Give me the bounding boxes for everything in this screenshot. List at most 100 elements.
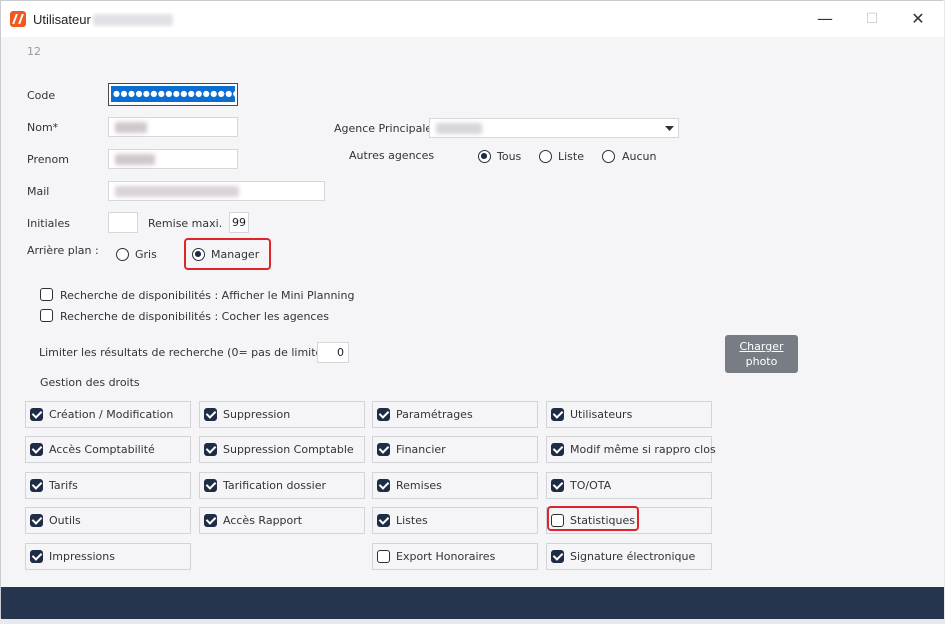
right-label: Tarifs [49, 479, 78, 492]
right-item: Suppression [199, 401, 365, 428]
limiter-field[interactable]: 0 [317, 342, 349, 363]
radio-aucun[interactable] [602, 150, 615, 163]
right-checkbox[interactable] [377, 514, 390, 527]
right-item: Suppression Comptable [199, 436, 365, 463]
remise-field[interactable]: 99 [229, 212, 249, 233]
right-checkbox[interactable] [30, 408, 43, 421]
checkbox-cocher-agences[interactable] [40, 309, 53, 322]
charger-photo-line1: Charger [739, 340, 784, 353]
redacted-value [115, 186, 239, 197]
right-checkbox[interactable] [204, 408, 217, 421]
chevron-down-icon [665, 126, 674, 131]
right-item: Accès Rapport [199, 507, 365, 534]
right-label: Utilisateurs [570, 408, 633, 421]
right-checkbox[interactable] [204, 514, 217, 527]
right-label: Tarification dossier [223, 479, 327, 492]
redacted-value [115, 122, 147, 133]
radio-gris[interactable] [116, 248, 129, 261]
mail-label: Mail [27, 185, 50, 198]
right-label: Remises [396, 479, 442, 492]
right-item: Listes [372, 507, 538, 534]
maximize-icon[interactable]: ☐ [852, 7, 892, 31]
right-checkbox[interactable] [551, 408, 564, 421]
right-item: Remises [372, 472, 538, 499]
radio-aucun-label: Aucun [622, 150, 657, 163]
right-checkbox[interactable] [30, 550, 43, 563]
user-dialog: Utilisateur — ☐ ✕ 12 Code ●●●●●●●●●●●●●●… [0, 0, 944, 619]
right-label: Suppression [223, 408, 291, 421]
right-item: Création / Modification [25, 401, 191, 428]
radio-tous[interactable] [478, 150, 491, 163]
right-checkbox[interactable] [204, 443, 217, 456]
right-checkbox[interactable] [551, 443, 564, 456]
mail-field[interactable] [108, 181, 325, 201]
right-label: Création / Modification [49, 408, 174, 421]
right-item: Accès Comptabilité [25, 436, 191, 463]
form-content: 12 Code ●●●●●●●●●●●●●●●●● Nom* Prenom Ma… [1, 37, 944, 587]
initiales-label: Initiales [27, 217, 70, 230]
right-label: TO/OTA [570, 479, 612, 492]
right-item: Modif même si rappro clos [546, 436, 716, 463]
right-checkbox[interactable] [30, 479, 43, 492]
right-checkbox[interactable] [551, 479, 564, 492]
initiales-field[interactable] [108, 212, 138, 233]
radio-liste[interactable] [539, 150, 552, 163]
right-label: Paramétrages [396, 408, 473, 421]
right-checkbox[interactable] [377, 443, 390, 456]
right-checkbox[interactable] [377, 550, 390, 563]
right-checkbox[interactable] [204, 479, 217, 492]
redacted-value [115, 154, 155, 165]
mini-planning-label: Recherche de disponibilités : Afficher l… [60, 289, 355, 302]
right-label: Financier [396, 443, 446, 456]
gestion-droits-label: Gestion des droits [40, 376, 140, 389]
right-item: Export Honoraires [372, 543, 538, 570]
agence-principale-select[interactable] [429, 118, 679, 138]
right-checkbox[interactable] [551, 550, 564, 563]
code-value: ●●●●●●●●●●●●●●●●● [111, 86, 235, 102]
limiter-label: Limiter les résultats de recherche (0= p… [39, 346, 327, 359]
right-item: Tarifs [25, 472, 191, 499]
redacted-title [92, 14, 173, 26]
autres-agences-label: Autres agences [349, 149, 435, 162]
title-bar: Utilisateur — ☐ ✕ [1, 1, 944, 37]
right-item: Paramétrages [372, 401, 538, 428]
right-item: Outils [25, 507, 191, 534]
right-label: Suppression Comptable [223, 443, 354, 456]
charger-photo-line2: photo [745, 355, 778, 368]
code-label: Code [27, 89, 56, 102]
app-logo-icon [10, 11, 26, 27]
right-item: Impressions [25, 543, 191, 570]
right-checkbox[interactable] [30, 443, 43, 456]
right-label: Modif même si rappro clos [570, 443, 716, 456]
right-label: Accès Rapport [223, 514, 303, 527]
nom-label: Nom* [27, 121, 59, 134]
right-label: Accès Comptabilité [49, 443, 155, 456]
right-item: TO/OTA [546, 472, 712, 499]
right-label: Export Honoraires [396, 550, 496, 563]
right-checkbox[interactable] [30, 514, 43, 527]
radio-tous-label: Tous [497, 150, 522, 163]
right-label: Outils [49, 514, 81, 527]
nom-field[interactable] [108, 117, 238, 137]
right-label: Listes [396, 514, 428, 527]
user-id: 12 [27, 45, 41, 58]
footer-bar [1, 587, 944, 619]
arriere-plan-label: Arrière plan : [27, 244, 99, 257]
minimize-icon[interactable]: — [805, 7, 845, 31]
radio-liste-label: Liste [558, 150, 584, 163]
right-checkbox[interactable] [377, 408, 390, 421]
code-field[interactable]: ●●●●●●●●●●●●●●●●● [108, 83, 238, 106]
close-icon[interactable]: ✕ [898, 7, 938, 31]
charger-photo-button[interactable]: Charger photo [725, 335, 798, 373]
right-checkbox[interactable] [377, 479, 390, 492]
prenom-label: Prenom [27, 153, 69, 166]
checkbox-mini-planning[interactable] [40, 288, 53, 301]
prenom-field[interactable] [108, 149, 238, 169]
right-item: Financier [372, 436, 538, 463]
right-item: Tarification dossier [199, 472, 365, 499]
window-title: Utilisateur [33, 12, 173, 27]
right-item: Signature électronique [546, 543, 712, 570]
right-label: Impressions [49, 550, 115, 563]
remise-label: Remise maxi. [148, 217, 223, 230]
highlight-statistiques [547, 506, 639, 531]
